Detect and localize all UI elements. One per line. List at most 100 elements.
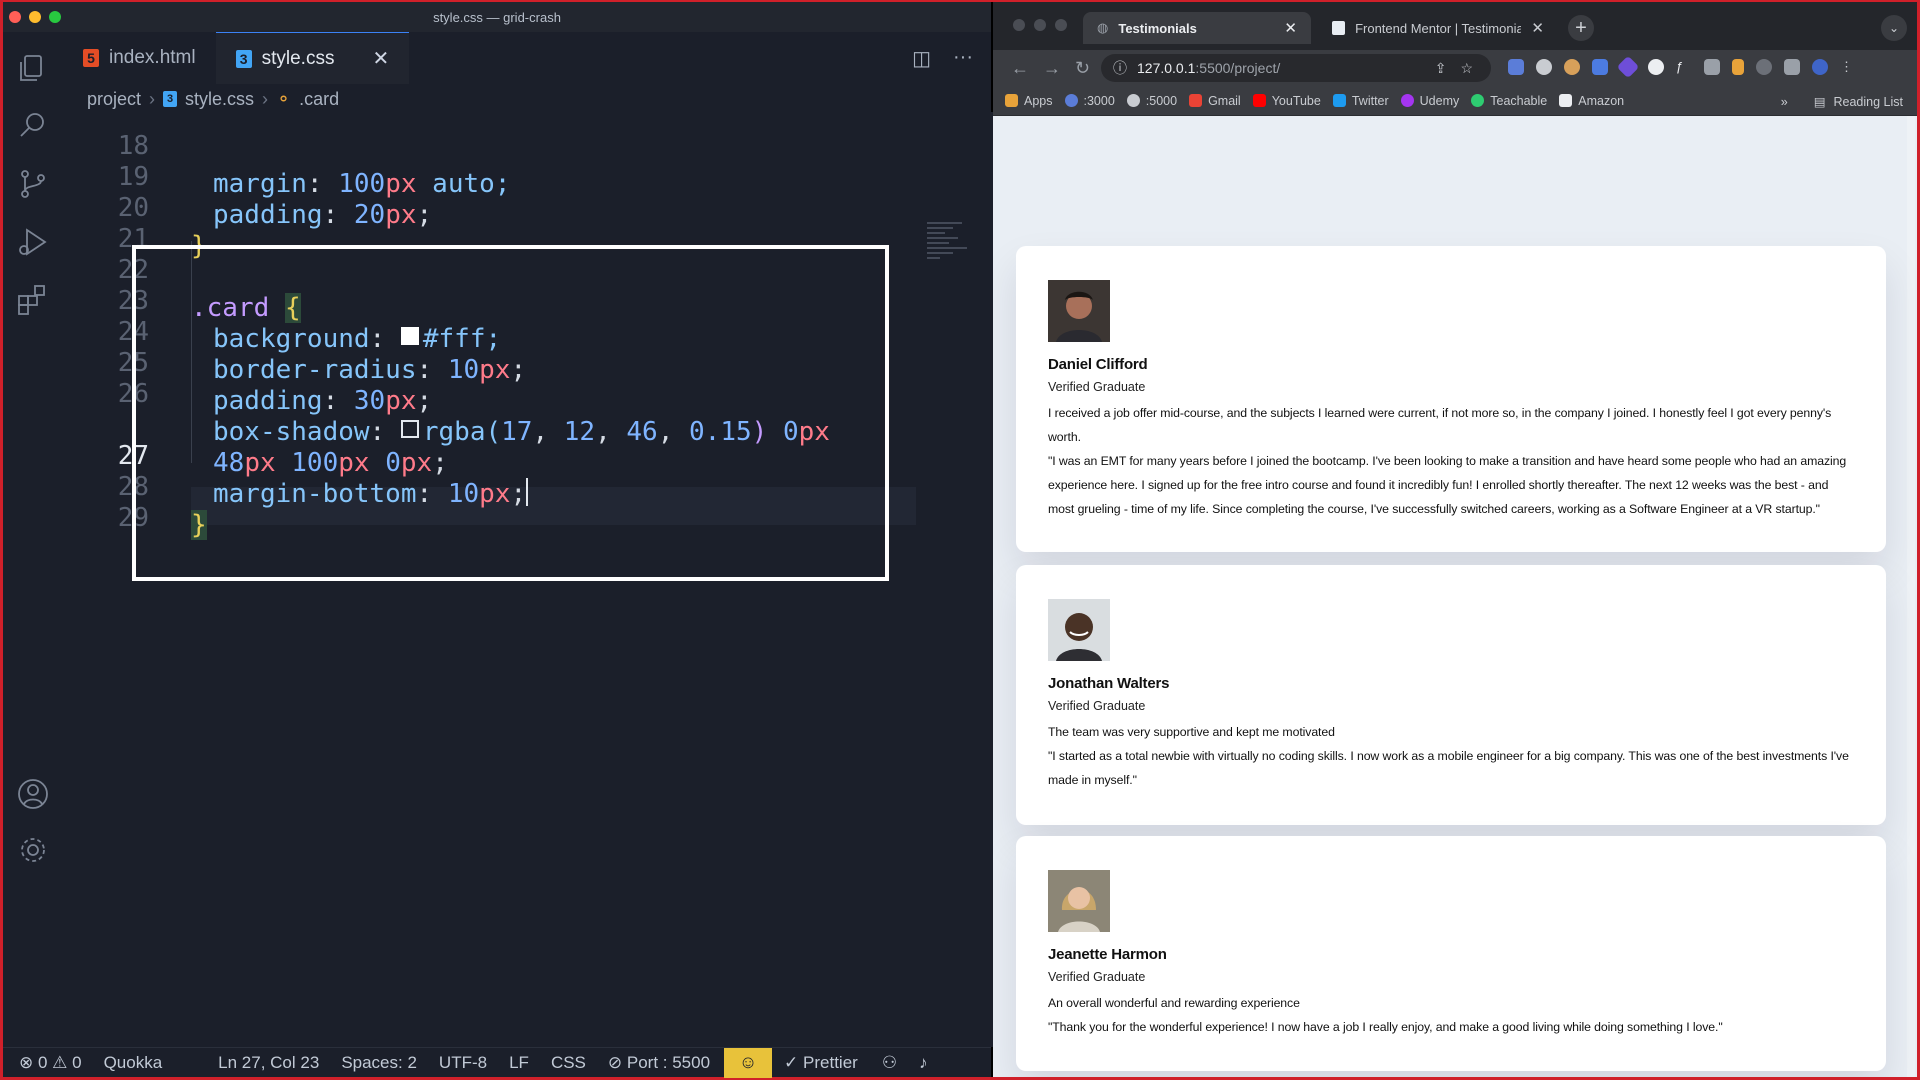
new-tab-button[interactable]: +	[1568, 15, 1594, 41]
split-editor-icon[interactable]: ◫	[912, 46, 931, 71]
symbol-class-icon: ⚬	[276, 88, 292, 109]
breadcrumb-folder[interactable]: project	[87, 89, 141, 110]
breadcrumb-file[interactable]: style.css	[185, 89, 254, 110]
testimonial-role: Verified Graduate	[1048, 380, 1146, 394]
eol-status[interactable]: LF	[509, 1053, 529, 1073]
run-debug-icon[interactable]	[15, 224, 51, 260]
more-actions-icon[interactable]: ···	[953, 46, 973, 71]
browser-tab-testimonials[interactable]: ◍ Testimonials ✕	[1083, 12, 1311, 44]
extension-icon[interactable]	[1508, 59, 1524, 75]
url-host: 127.0.0.1	[1137, 60, 1196, 76]
testimonial-summary: An overall wonderful and rewarding exper…	[1048, 996, 1300, 1010]
bookmark-amazon[interactable]: Amazon	[1559, 94, 1624, 108]
source-control-icon[interactable]	[15, 166, 51, 202]
chrome-window: ◍ Testimonials ✕ Frontend Mentor | Testi…	[993, 2, 1917, 1077]
testimonial-summary: I received a job offer mid-course, and t…	[1048, 406, 1832, 444]
extension-icon[interactable]	[1756, 59, 1772, 75]
account-icon[interactable]	[15, 776, 51, 812]
browser-tab-title: Testimonials	[1118, 20, 1197, 36]
minimize-window-button[interactable]	[29, 11, 41, 23]
tab-search-chevron-icon[interactable]: ⌄	[1881, 15, 1907, 41]
reading-list-link[interactable]: Reading List	[1834, 95, 1904, 109]
globe-icon	[1126, 94, 1140, 107]
puzzle-extensions-icon[interactable]	[1784, 59, 1800, 75]
css3-file-icon: 3	[235, 49, 252, 68]
bookmark-apps[interactable]: Apps	[1005, 94, 1053, 108]
tab-label: style.css	[261, 47, 335, 69]
window-controls	[9, 11, 61, 23]
forward-arrow-icon[interactable]: →	[1043, 58, 1061, 79]
minimize-window-button[interactable]	[1034, 19, 1046, 31]
bookmark-3000[interactable]: :3000	[1064, 94, 1115, 108]
youtube-icon	[1252, 94, 1266, 107]
testimonial-quote: "Thank you for the wonderful experience!…	[1048, 1020, 1723, 1034]
cursor-position[interactable]: Ln 27, Col 23	[218, 1053, 319, 1073]
close-window-button[interactable]	[9, 11, 21, 23]
language-mode[interactable]: CSS	[551, 1053, 586, 1073]
extension-icon[interactable]	[1732, 59, 1744, 75]
bookmark-5000[interactable]: :5000	[1126, 94, 1177, 108]
tab-index-html[interactable]: 5 index.html	[63, 32, 216, 84]
extension-icon[interactable]	[1592, 59, 1608, 75]
testimonial-quote: "I was an EMT for many years before I jo…	[1048, 454, 1847, 516]
bookmark-udemy[interactable]: Udemy	[1400, 94, 1459, 108]
testimonial-role: Verified Graduate	[1048, 970, 1146, 984]
quokka-status[interactable]: Quokka	[104, 1053, 163, 1073]
extensions-icon[interactable]	[15, 282, 51, 318]
extension-icon[interactable]	[1616, 55, 1640, 79]
close-window-button[interactable]	[1013, 19, 1025, 31]
avatar	[1048, 870, 1110, 932]
chrome-menu-icon[interactable]: ⋮	[1840, 59, 1856, 75]
maximize-window-button[interactable]	[1055, 19, 1067, 31]
profile-avatar[interactable]	[1812, 59, 1828, 75]
bookmark-teachable[interactable]: Teachable	[1471, 94, 1547, 108]
back-arrow-icon[interactable]: ←	[1011, 58, 1029, 79]
search-icon[interactable]	[15, 108, 51, 144]
tab-label: index.html	[109, 47, 196, 68]
editor-tabs: 5 index.html 3 style.css ✕	[63, 32, 991, 84]
page-viewport[interactable]: Daniel Clifford Verified Graduate I rece…	[993, 116, 1917, 1077]
maximize-window-button[interactable]	[49, 11, 61, 23]
page-scrollbar[interactable]	[1907, 116, 1915, 1077]
problems-indicator[interactable]: ⊗ 0 ⚠ 0	[19, 1053, 82, 1073]
chevron-right-icon: ›	[149, 88, 156, 109]
chrome-toolbar: ← → ↻ ⓘ 127.0.0.1:5500/project/ ⇪ ☆ ƒ ⋮	[993, 50, 1917, 86]
breadcrumb: project › 3 style.css › ⚬ .card	[87, 86, 339, 112]
twitter-icon	[1332, 94, 1346, 107]
bookmark-youtube[interactable]: YouTube	[1252, 94, 1321, 108]
copilot-icon[interactable]: ☺	[724, 1047, 773, 1078]
breadcrumb-symbol[interactable]: .card	[299, 89, 339, 110]
address-bar[interactable]: ⓘ 127.0.0.1:5500/project/ ⇪ ☆	[1101, 54, 1491, 82]
extension-icon[interactable]	[1564, 59, 1580, 75]
site-info-icon[interactable]: ⓘ	[1113, 58, 1127, 78]
extension-icon[interactable]	[1704, 59, 1720, 75]
reload-icon[interactable]: ↻	[1075, 58, 1090, 79]
browser-tab-frontend-mentor[interactable]: Frontend Mentor | Testimonials ✕	[1318, 12, 1558, 44]
close-tab-icon[interactable]: ✕	[1284, 19, 1297, 37]
bookmark-star-icon[interactable]: ☆	[1460, 60, 1473, 77]
testimonial-name: Jonathan Walters	[1048, 675, 1170, 692]
share-icon[interactable]: ⇪	[1435, 60, 1447, 77]
testimonial-name: Jeanette Harmon	[1048, 946, 1167, 963]
settings-gear-icon[interactable]	[15, 832, 51, 868]
indentation-status[interactable]: Spaces: 2	[341, 1053, 417, 1073]
bookmark-gmail[interactable]: Gmail	[1189, 94, 1241, 108]
prettier-status[interactable]: ✓ Prettier	[784, 1053, 858, 1073]
more-bookmarks-chevron[interactable]: »	[1781, 95, 1788, 109]
feedback-icon[interactable]: ⚇	[882, 1053, 897, 1073]
close-tab-icon[interactable]: ✕	[1531, 19, 1544, 37]
globe-icon: ◍	[1097, 20, 1109, 35]
close-tab-icon[interactable]: ✕	[372, 46, 389, 71]
tab-style-css[interactable]: 3 style.css ✕	[215, 32, 410, 84]
explorer-icon[interactable]	[15, 50, 51, 86]
teachable-icon	[1471, 94, 1485, 107]
extension-icon[interactable]	[1536, 59, 1552, 75]
extension-icon[interactable]	[1648, 59, 1664, 75]
extension-icon[interactable]: ƒ	[1676, 59, 1692, 75]
encoding-status[interactable]: UTF-8	[439, 1053, 487, 1073]
minimap[interactable]	[927, 222, 971, 286]
bookmark-twitter[interactable]: Twitter	[1332, 94, 1389, 108]
frontend-mentor-favicon	[1332, 21, 1346, 35]
live-server-port[interactable]: ⊘ Port : 5500	[608, 1053, 710, 1073]
notifications-bell-icon[interactable]: ♪	[919, 1053, 928, 1073]
